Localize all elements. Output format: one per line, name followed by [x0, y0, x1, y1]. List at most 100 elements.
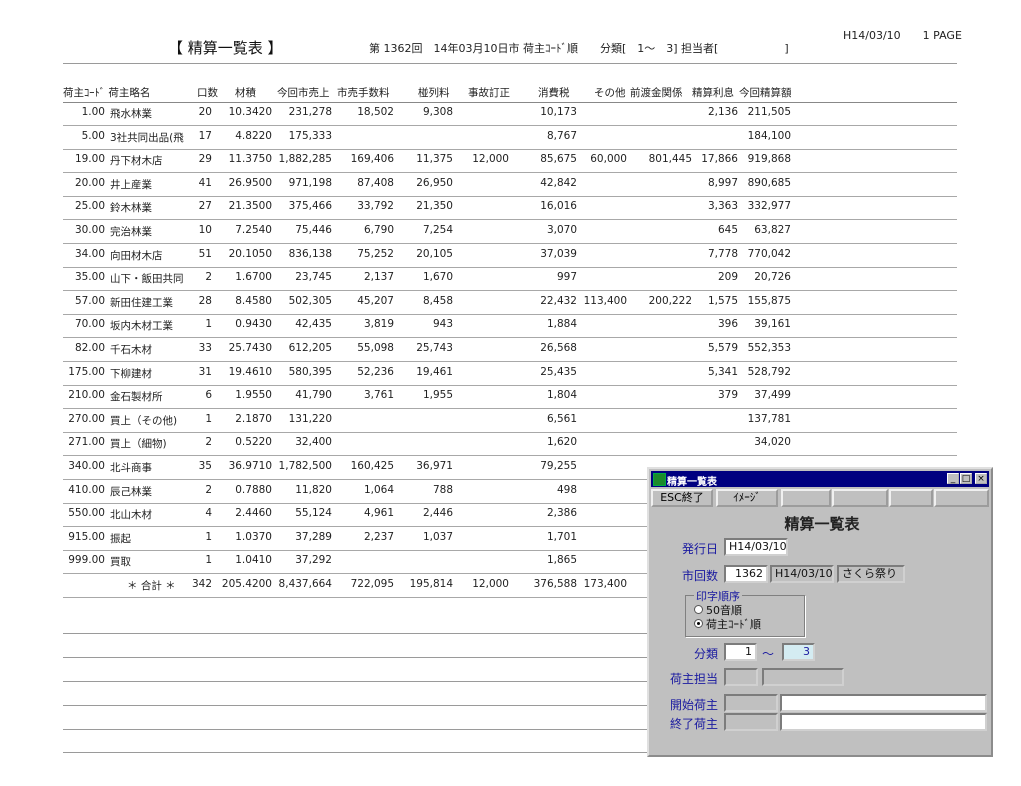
owner-staff-code-field[interactable]	[724, 668, 758, 686]
toolbar-button-3[interactable]	[781, 489, 831, 507]
image-button[interactable]: ｲﾒｰｼﾞ	[716, 489, 778, 507]
minimize-button[interactable]: _	[947, 473, 959, 484]
cell-pile-fee: 19,461	[416, 365, 453, 378]
print-order-group: 印字順序 50音順 荷主ｺｰﾄﾞ順	[685, 588, 805, 637]
cell-interest: 396	[717, 318, 738, 331]
cell-count: 20	[198, 106, 212, 118]
cell-interest: 3,363	[707, 200, 738, 213]
cell-fee: 18,502	[357, 106, 394, 118]
cell-net: 137,781	[747, 412, 791, 425]
app-icon	[653, 473, 666, 486]
cell-owner-code: 410.00	[68, 483, 105, 496]
cell-accident: 12,000	[472, 578, 509, 590]
cell-tax: 498	[556, 483, 577, 496]
cell-interest: 5,341	[707, 365, 738, 378]
cell-owner-code: 30.00	[74, 224, 105, 236]
end-owner-code-field[interactable]	[724, 713, 778, 731]
settlement-dialog: 精算一覧表 _ □ × ESC終了 ｲﾒｰｼﾞ 精算一覧表 発行日 H14/03…	[647, 467, 993, 757]
cell-interest: 8,997	[707, 176, 738, 189]
toolbar-button-4[interactable]	[832, 489, 888, 507]
dialog-titlebar[interactable]: 精算一覧表 _ □ ×	[651, 471, 989, 488]
cell-net: 919,868	[747, 153, 791, 166]
market-no-field[interactable]: 1362	[724, 565, 768, 583]
cell-owner-name: 丹下材木店	[110, 155, 163, 168]
cell-owner-code: 999.00	[68, 554, 105, 567]
cell-volume: 8.4580	[235, 294, 272, 307]
cell-volume: 1.0410	[235, 554, 272, 567]
cell-fee: 75,252	[357, 247, 394, 260]
report-page-info: H14/03/10 1 PAGE	[843, 29, 962, 42]
col-pile-fee: 椪列料	[418, 87, 450, 99]
cell-owner-code: 270.00	[68, 412, 105, 425]
cell-net: 34,020	[754, 436, 791, 449]
toolbar-button-6[interactable]	[934, 489, 989, 507]
cell-pile-fee: 1,037	[422, 530, 453, 543]
cell-net: 770,042	[747, 247, 791, 260]
cell-tax: 16,016	[540, 200, 577, 213]
owner-staff-label: 荷主担当	[670, 672, 719, 686]
cell-volume: 1.6700	[235, 271, 272, 284]
cell-volume: 205.4200	[221, 578, 272, 590]
cell-sales: 1,882,285	[278, 153, 332, 166]
cell-fee: 52,236	[357, 365, 394, 378]
cell-count: 1	[205, 318, 212, 331]
close-button[interactable]: ×	[975, 473, 987, 484]
dialog-title: 精算一覧表	[667, 477, 717, 488]
cell-sales: 612,205	[288, 342, 332, 354]
cell-owner-name: 北斗商事	[110, 462, 152, 474]
cell-pile-fee: 1,955	[422, 389, 453, 402]
category-from-field[interactable]: 1	[724, 643, 757, 661]
cell-interest: 645	[717, 224, 738, 236]
cell-count: 35	[198, 460, 212, 472]
cell-owner-name: 下柳建材	[110, 367, 152, 380]
cell-pile-fee: 8,458	[422, 294, 453, 307]
toolbar-button-5[interactable]	[889, 489, 933, 507]
issue-date-field[interactable]: H14/03/10	[724, 538, 788, 556]
cell-fee: 6,790	[363, 224, 394, 236]
cell-owner-name: 坂内木材工業	[110, 320, 173, 333]
cell-other: 173,400	[583, 578, 627, 590]
cell-sales: 41,790	[295, 389, 332, 402]
table-row: 30.00 完治林業 10 7.2540 75,446 6,790 7,254 3,070 64…	[63, 221, 957, 244]
table-row: 210.00 金石製材所 6 1.9550 41,790 3,761 1,955 1,804 3…	[63, 386, 957, 410]
cell-interest: 379	[717, 389, 738, 402]
table-row: 20.00 井上産業 41 26.9500 971,198 87,408 26,950 42,…	[63, 174, 957, 197]
cell-owner-code: 57.00	[74, 294, 105, 307]
cell-count: 31	[198, 365, 212, 378]
cell-tax: 6,561	[546, 412, 577, 425]
cell-owner-name: 飛水林業	[110, 108, 152, 120]
cell-count: 41	[198, 176, 212, 189]
cell-pile-fee: 7,254	[422, 224, 453, 236]
cell-count: 27	[198, 200, 212, 213]
cell-owner-code: 5.00	[81, 129, 105, 142]
category-to-field[interactable]: 3	[782, 643, 815, 661]
esc-exit-button[interactable]: ESC終了	[651, 489, 713, 507]
maximize-button[interactable]: □	[960, 473, 972, 484]
start-owner-code-field[interactable]	[724, 694, 778, 712]
radio-owner-code-label[interactable]: 荷主ｺｰﾄﾞ順	[706, 616, 761, 632]
cell-fee: 1,064	[363, 483, 394, 496]
cell-owner-code: 271.00	[68, 436, 105, 449]
cell-count: 29	[198, 153, 212, 166]
cell-interest: 17,866	[701, 153, 738, 166]
cell-tax: 1,865	[546, 554, 577, 567]
cell-accident: 12,000	[472, 153, 509, 166]
cell-fee: 2,137	[363, 271, 394, 284]
cell-interest: 209	[717, 271, 738, 284]
radio-owner-code-order[interactable]	[694, 619, 703, 628]
radio-aiueo-order[interactable]	[694, 605, 703, 614]
cell-count: 1	[205, 412, 212, 425]
cell-volume: 0.7880	[235, 483, 272, 496]
cell-interest: 5,579	[707, 342, 738, 354]
cell-owner-name: 買取	[110, 556, 131, 569]
issue-date-label: 発行日	[682, 542, 719, 556]
cell-count: 28	[198, 294, 212, 307]
cell-owner-name: 買上（細物)	[110, 438, 167, 451]
cell-owner-name: 金石製材所	[110, 391, 163, 404]
col-accident: 事故訂正	[468, 87, 510, 99]
col-tax: 消費税	[538, 87, 570, 99]
end-owner-label: 終了荷主	[670, 717, 719, 731]
cell-owner-name: 井上産業	[110, 178, 152, 191]
cell-owner-name: 完治林業	[110, 226, 152, 238]
cell-interest: 1,575	[707, 294, 738, 307]
